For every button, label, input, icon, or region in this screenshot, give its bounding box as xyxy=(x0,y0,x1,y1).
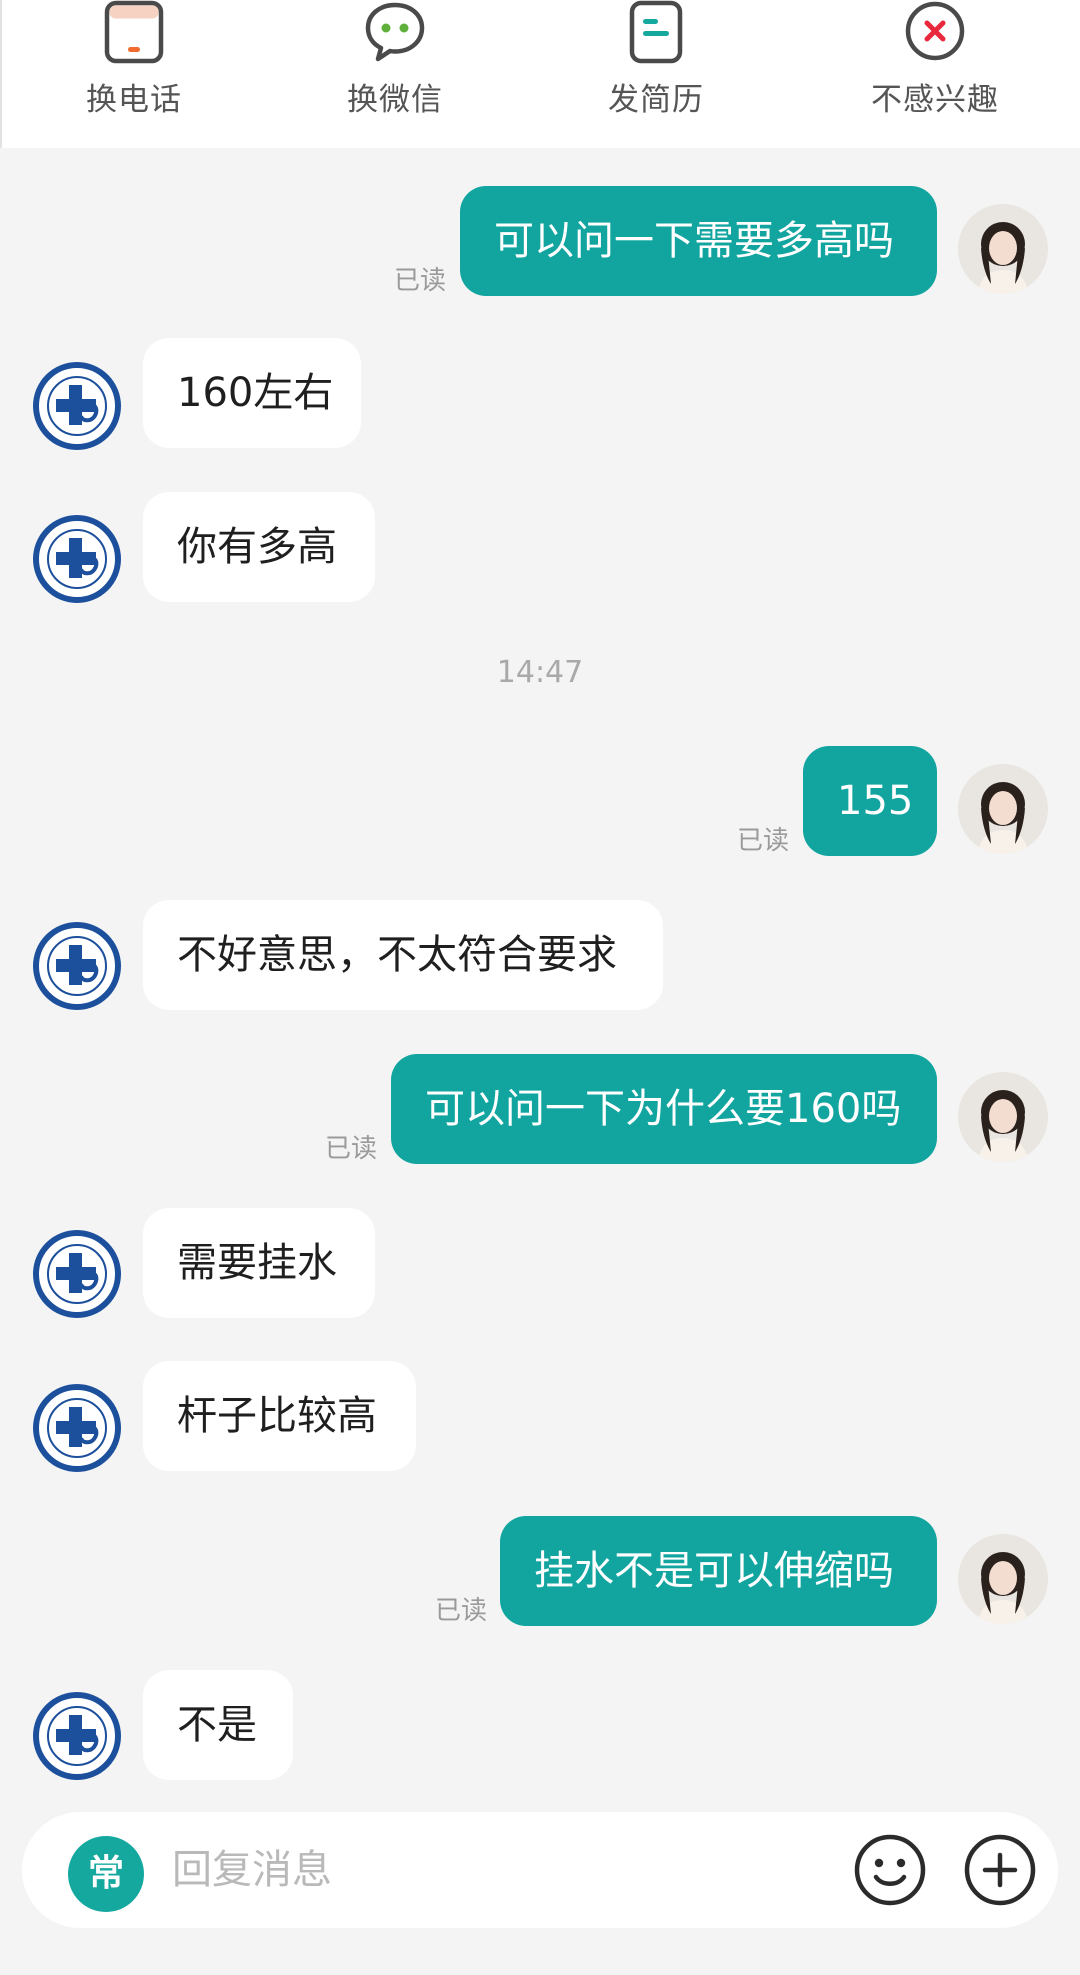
outgoing-message[interactable]: 可以问一下需要多高吗 xyxy=(460,186,937,296)
read-status: 已读 xyxy=(394,266,447,296)
my-avatar[interactable] xyxy=(958,764,1048,854)
action-label: 发简历 xyxy=(608,82,704,118)
action-bar: 换电话 换微信 发简历 不感兴趣 xyxy=(0,0,1080,148)
action-label: 换电话 xyxy=(86,82,182,118)
phone-icon xyxy=(104,0,164,64)
my-avatar[interactable] xyxy=(958,204,1048,294)
send-resume-button[interactable]: 发简历 xyxy=(556,0,756,148)
emoji-icon xyxy=(854,1834,926,1906)
incoming-message[interactable]: 需要挂水 xyxy=(143,1208,375,1318)
common-phrases-button[interactable]: 常 xyxy=(68,1836,144,1912)
more-options-button[interactable] xyxy=(962,1832,1038,1908)
recruiter-avatar[interactable] xyxy=(32,1229,122,1319)
company-logo-icon xyxy=(33,515,121,603)
recruiter-avatar[interactable] xyxy=(32,1691,122,1781)
outgoing-message[interactable]: 挂水不是可以伸缩吗 xyxy=(500,1516,937,1626)
recruiter-avatar[interactable] xyxy=(32,361,122,451)
resume-icon xyxy=(629,0,683,64)
action-label: 换微信 xyxy=(347,82,443,118)
read-status: 已读 xyxy=(435,1596,488,1626)
incoming-message[interactable]: 不好意思，不太符合要求 xyxy=(143,900,663,1010)
not-interested-button[interactable]: 不感兴趣 xyxy=(835,0,1035,148)
my-avatar[interactable] xyxy=(958,1072,1048,1162)
emoji-button[interactable] xyxy=(852,1832,928,1908)
exchange-wechat-button[interactable]: 换微信 xyxy=(295,0,495,148)
input-bar: 常 xyxy=(0,1788,1080,1975)
outgoing-message[interactable]: 可以问一下为什么要160吗 xyxy=(391,1054,937,1164)
reply-input[interactable] xyxy=(172,1830,832,1910)
company-logo-icon xyxy=(33,922,121,1010)
incoming-message[interactable]: 160左右 xyxy=(143,338,361,448)
incoming-message[interactable]: 你有多高 xyxy=(143,492,375,602)
read-status: 已读 xyxy=(325,1134,378,1164)
read-status: 已读 xyxy=(737,826,790,856)
outgoing-message[interactable]: 155 xyxy=(803,746,937,856)
company-logo-icon xyxy=(33,362,121,450)
message-timestamp: 14:47 xyxy=(496,655,584,690)
incoming-message[interactable]: 杆子比较高 xyxy=(143,1361,416,1471)
plus-icon xyxy=(964,1834,1036,1906)
recruiter-avatar[interactable] xyxy=(32,514,122,604)
my-avatar[interactable] xyxy=(958,1534,1048,1624)
company-logo-icon xyxy=(33,1384,121,1472)
company-logo-icon xyxy=(33,1692,121,1780)
wechat-icon xyxy=(365,2,425,62)
exchange-phone-button[interactable]: 换电话 xyxy=(34,0,234,148)
incoming-message[interactable]: 不是 xyxy=(143,1670,293,1780)
not-interested-icon xyxy=(905,1,965,61)
input-container: 常 xyxy=(22,1812,1058,1928)
recruiter-avatar[interactable] xyxy=(32,1383,122,1473)
chat-message-list[interactable]: 已读 可以问一下需要多高吗 160左右 你有多高 14:47 已读 155 不好… xyxy=(0,148,1080,1788)
company-logo-icon xyxy=(33,1230,121,1318)
action-label: 不感兴趣 xyxy=(871,82,999,118)
recruiter-avatar[interactable] xyxy=(32,921,122,1011)
